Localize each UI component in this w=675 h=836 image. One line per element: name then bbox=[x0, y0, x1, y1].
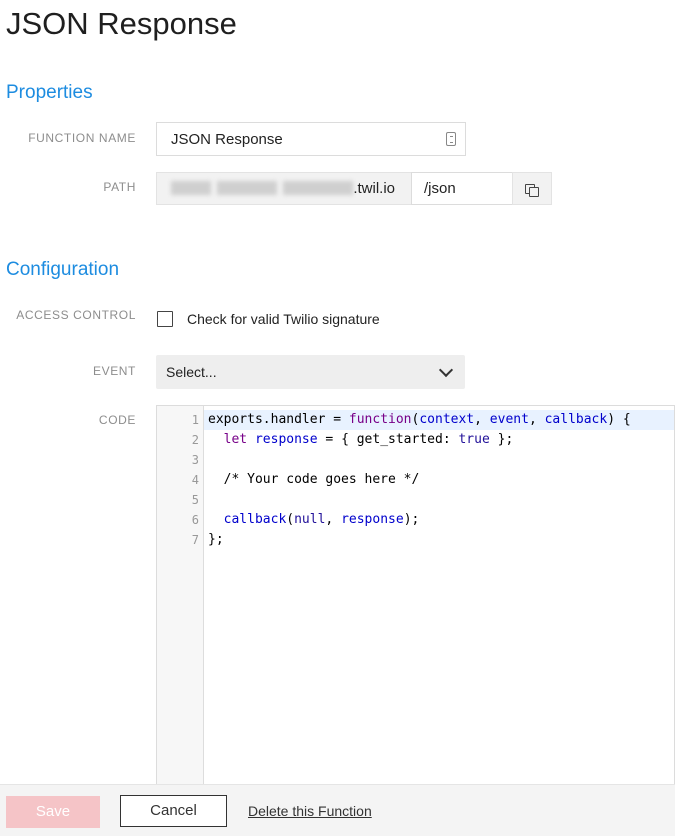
code-line[interactable]: 2 let response = { get_started: true }; bbox=[157, 430, 674, 450]
save-button[interactable]: Save bbox=[6, 796, 100, 828]
line-number: 5 bbox=[191, 493, 199, 507]
event-select-value: Select... bbox=[166, 364, 217, 380]
code-line[interactable]: 7 }; bbox=[157, 530, 674, 550]
chevron-down-icon bbox=[438, 362, 454, 378]
access-control-label: ACCESS CONTROL bbox=[16, 308, 136, 322]
code-text: callback(null, response); bbox=[223, 512, 420, 527]
path-value: /json bbox=[424, 180, 456, 197]
properties-heading: Properties bbox=[6, 82, 93, 103]
line-number: 3 bbox=[191, 453, 199, 467]
copy-path-button[interactable] bbox=[512, 172, 552, 205]
twilio-signature-checkbox[interactable] bbox=[157, 311, 173, 327]
domain-blur bbox=[171, 181, 211, 195]
path-input[interactable]: /json bbox=[411, 172, 513, 205]
copy-icon-front bbox=[529, 187, 539, 197]
form-footer: Save Cancel Delete this Function bbox=[0, 784, 675, 836]
function-name-value: JSON Response bbox=[171, 131, 283, 148]
code-label: CODE bbox=[98, 413, 136, 427]
code-text: exports.handler = function(context, even… bbox=[208, 412, 631, 427]
event-label: EVENT bbox=[92, 364, 136, 378]
line-number: 2 bbox=[191, 433, 199, 447]
code-editor[interactable]: 1 exports.handler = function(context, ev… bbox=[156, 405, 675, 785]
code-line[interactable]: 4 /* Your code goes here */ bbox=[157, 470, 674, 490]
twilio-signature-label[interactable]: Check for valid Twilio signature bbox=[187, 311, 380, 327]
domain-blur bbox=[283, 181, 353, 195]
line-number: 6 bbox=[191, 513, 199, 527]
contact-card-icon bbox=[446, 132, 456, 146]
code-line[interactable]: 3 bbox=[157, 450, 674, 470]
event-select[interactable]: Select... bbox=[156, 355, 465, 389]
function-name-field[interactable]: JSON Response bbox=[156, 122, 466, 156]
code-line[interactable]: 5 bbox=[157, 490, 674, 510]
function-name-label: FUNCTION NAME bbox=[28, 131, 136, 145]
line-number: 1 bbox=[191, 413, 199, 427]
line-number: 7 bbox=[191, 533, 199, 547]
code-line[interactable]: 6 callback(null, response); bbox=[157, 510, 674, 530]
page-title: JSON Response bbox=[6, 6, 237, 41]
delete-function-link[interactable]: Delete this Function bbox=[248, 803, 372, 819]
domain-blur bbox=[217, 181, 277, 195]
path-domain-suffix: .twil.io bbox=[353, 180, 395, 197]
path-label: PATH bbox=[103, 180, 136, 194]
code-text: }; bbox=[208, 532, 224, 547]
path-domain: .twil.io bbox=[156, 172, 412, 205]
code-line-active[interactable]: exports.handler = function(context, even… bbox=[204, 410, 674, 430]
cancel-button[interactable]: Cancel bbox=[120, 795, 227, 827]
configuration-heading: Configuration bbox=[6, 259, 120, 280]
code-text: /* Your code goes here */ bbox=[208, 472, 420, 487]
line-number: 4 bbox=[191, 473, 199, 487]
code-text: let response = { get_started: true }; bbox=[223, 432, 514, 447]
